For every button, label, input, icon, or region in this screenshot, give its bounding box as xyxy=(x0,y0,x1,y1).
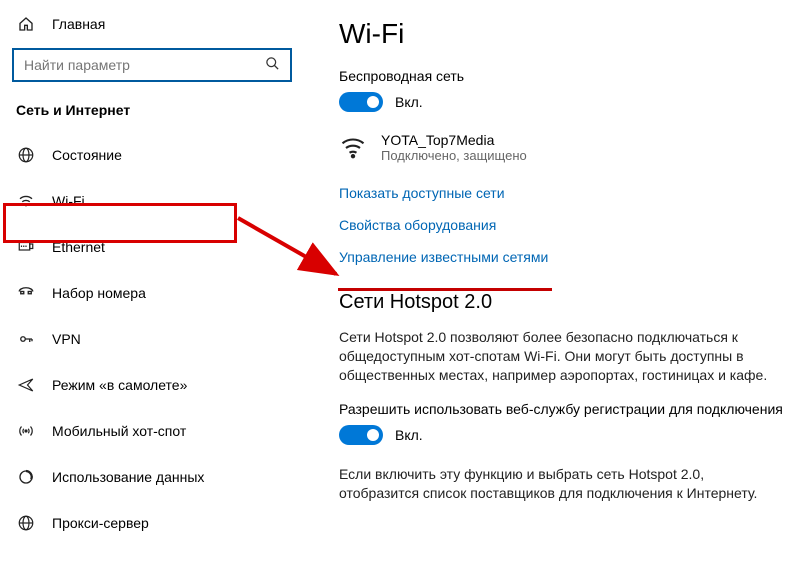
hotspot-toggle[interactable] xyxy=(339,425,383,445)
sidebar-item-label: Режим «в самолете» xyxy=(52,377,187,393)
hotspot-desc: Сети Hotspot 2.0 позволяют более безопас… xyxy=(339,328,779,385)
sidebar-item-proxy[interactable]: Прокси-сервер xyxy=(0,500,304,546)
hotspot-icon xyxy=(16,422,36,440)
ethernet-icon xyxy=(16,238,36,256)
wifi-toggle[interactable] xyxy=(339,92,383,112)
search-icon xyxy=(265,56,280,74)
sidebar-item-label: Состояние xyxy=(52,147,122,163)
wifi-secure-icon xyxy=(339,134,367,169)
sidebar-item-label: Использование данных xyxy=(52,469,204,485)
globe-icon xyxy=(16,146,36,164)
home-icon xyxy=(16,16,36,32)
hotspot-toggle-state: Вкл. xyxy=(395,427,423,443)
sidebar-item-dialup[interactable]: Набор номера xyxy=(0,270,304,316)
page-title: Wi-Fi xyxy=(339,18,787,50)
sidebar-item-wifi[interactable]: Wi-Fi xyxy=(0,178,304,224)
link-show-available[interactable]: Показать доступные сети xyxy=(339,185,787,201)
hotspot-allow-label: Разрешить использовать веб-службу регист… xyxy=(339,401,787,417)
wireless-label: Беспроводная сеть xyxy=(339,68,787,84)
sidebar-item-label: Набор номера xyxy=(52,285,146,301)
home-label: Главная xyxy=(52,16,105,32)
sidebar-item-label: VPN xyxy=(52,331,81,347)
hotspot-note: Если включить эту функцию и выбрать сеть… xyxy=(339,465,779,503)
vpn-icon xyxy=(16,330,36,348)
wifi-icon xyxy=(16,192,36,210)
sidebar-item-label: Ethernet xyxy=(52,239,105,255)
sidebar-item-hotspot[interactable]: Мобильный хот-спот xyxy=(0,408,304,454)
sidebar-item-ethernet[interactable]: Ethernet xyxy=(0,224,304,270)
search-input[interactable] xyxy=(24,57,265,73)
sidebar: Главная Сеть и Интернет Состояние Wi-Fi xyxy=(0,0,305,581)
section-title: Сеть и Интернет xyxy=(0,96,304,132)
link-hardware-props[interactable]: Свойства оборудования xyxy=(339,217,787,233)
sidebar-item-datausage[interactable]: Использование данных xyxy=(0,454,304,500)
network-status: Подключено, защищено xyxy=(381,148,527,163)
wifi-toggle-state: Вкл. xyxy=(395,94,423,110)
current-network[interactable]: YOTA_Top7Media Подключено, защищено xyxy=(339,132,787,169)
sidebar-item-label: Прокси-сервер xyxy=(52,515,149,531)
hotspot-heading: Сети Hotspot 2.0 xyxy=(339,291,787,314)
home-link[interactable]: Главная xyxy=(0,10,304,44)
data-usage-icon xyxy=(16,468,36,486)
sidebar-item-label: Мобильный хот-спот xyxy=(52,423,186,439)
sidebar-item-status[interactable]: Состояние xyxy=(0,132,304,178)
proxy-icon xyxy=(16,514,36,532)
sidebar-item-label: Wi-Fi xyxy=(52,193,85,209)
airplane-icon xyxy=(16,376,36,394)
network-name: YOTA_Top7Media xyxy=(381,132,527,148)
link-manage-known[interactable]: Управление известными сетями xyxy=(339,249,787,265)
sidebar-item-vpn[interactable]: VPN xyxy=(0,316,304,362)
search-input-container[interactable] xyxy=(12,48,292,82)
sidebar-item-airplane[interactable]: Режим «в самолете» xyxy=(0,362,304,408)
dialup-icon xyxy=(16,284,36,302)
main-content: Wi-Fi Беспроводная сеть Вкл. YOTA_Top7Me… xyxy=(305,0,807,581)
